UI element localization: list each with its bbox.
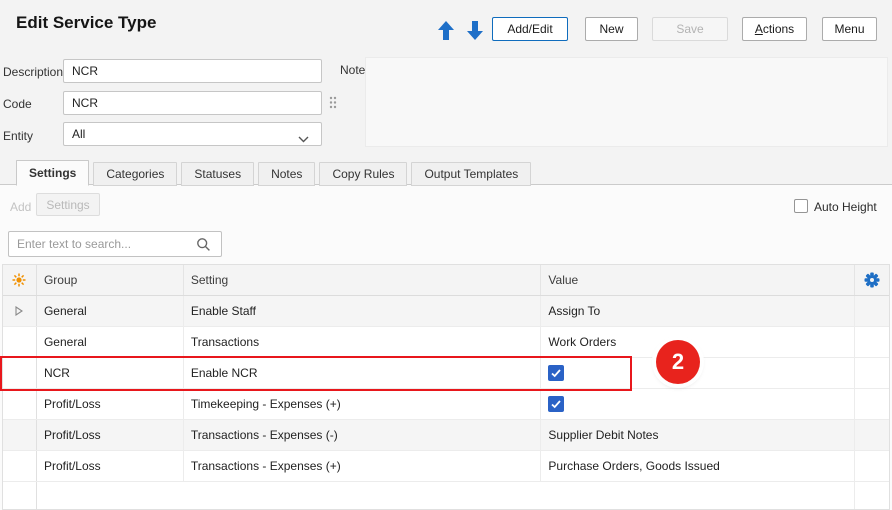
table-row[interactable]: Profit/Loss Transactions - Expenses (+) …	[3, 451, 889, 482]
column-header-group[interactable]: Group	[37, 265, 184, 295]
code-field[interactable]	[63, 91, 322, 115]
column-header-value[interactable]: Value	[541, 265, 856, 295]
add-action-label[interactable]: Add	[10, 200, 31, 214]
grid-corner-cell	[3, 265, 37, 295]
row-end-cell	[855, 296, 889, 326]
grid-empty-space	[541, 482, 856, 509]
up-arrow-icon	[438, 20, 454, 40]
row-end-cell	[855, 451, 889, 481]
timekeeping-checkbox-checked[interactable]	[548, 396, 565, 412]
gear-icon[interactable]	[864, 272, 880, 288]
table-row[interactable]: General Transactions Work Orders	[3, 327, 889, 358]
expand-arrow-icon[interactable]	[15, 306, 24, 316]
row-indicator-cell[interactable]	[3, 296, 37, 326]
row-end-cell	[855, 327, 889, 357]
table-row-highlighted[interactable]: NCR Enable NCR	[3, 358, 889, 389]
search-icon[interactable]	[196, 237, 211, 252]
tab-output-templates[interactable]: Output Templates	[411, 162, 532, 186]
actions-accel: A	[754, 22, 763, 36]
table-row[interactable]: Profit/Loss Timekeeping - Expenses (+)	[3, 389, 889, 420]
tab-copy-rules[interactable]: Copy Rules	[319, 162, 408, 186]
page-title: Edit Service Type	[16, 13, 157, 32]
grid-empty-area	[3, 482, 889, 509]
cell-setting: Enable Staff	[184, 296, 542, 326]
customization-sun-icon	[12, 273, 26, 287]
column-header-setting[interactable]: Setting	[184, 265, 542, 295]
move-down-button[interactable]	[465, 19, 485, 41]
grid-empty-space	[855, 482, 889, 509]
note-field[interactable]	[365, 57, 888, 147]
cell-group: Profit/Loss	[37, 451, 184, 481]
code-label: Code	[3, 97, 32, 111]
grid-empty-space	[37, 482, 184, 509]
cell-value: Supplier Debit Notes	[541, 420, 856, 450]
row-end-cell	[855, 420, 889, 450]
entity-label: Entity	[3, 129, 34, 143]
drag-handle-icon[interactable]	[329, 96, 337, 112]
grid-empty-indicator-col	[3, 482, 37, 509]
cell-group: General	[37, 296, 184, 326]
cell-group: Profit/Loss	[37, 420, 184, 450]
cell-value	[541, 389, 856, 419]
entity-selected-value: All	[72, 127, 86, 141]
tab-categories[interactable]: Categories	[93, 162, 178, 186]
auto-height-label: Auto Height	[814, 200, 877, 214]
cell-setting: Enable NCR	[184, 358, 542, 388]
search-box	[8, 231, 222, 257]
grid-header-row: Group Setting Value	[3, 265, 889, 296]
cell-setting: Timekeeping - Expenses (+)	[184, 389, 542, 419]
save-button[interactable]: Save	[652, 17, 728, 41]
cell-setting: Transactions	[184, 327, 542, 357]
note-label: Note	[340, 63, 366, 77]
new-button[interactable]: New	[585, 17, 638, 41]
description-field[interactable]	[63, 59, 322, 83]
tab-statuses[interactable]: Statuses	[181, 162, 255, 186]
move-up-button[interactable]	[436, 19, 456, 41]
tab-strip: Settings Categories Statuses Notes Copy …	[16, 160, 535, 186]
column-chooser-cell	[855, 265, 889, 295]
cell-group: General	[37, 327, 184, 357]
settings-grid: Group Setting Value General Enable Staff…	[2, 264, 890, 510]
edit-service-type-window: Edit Service Type Add/Edit New Save Acti…	[0, 0, 892, 510]
cell-value: Assign To	[541, 296, 856, 326]
grid-empty-space	[184, 482, 542, 509]
actions-button[interactable]: Actions	[742, 17, 807, 41]
annotation-step-badge: 2	[656, 340, 700, 384]
row-indicator-cell	[3, 451, 37, 481]
cell-group: Profit/Loss	[37, 389, 184, 419]
cell-group: NCR	[37, 358, 184, 388]
table-row[interactable]: Profit/Loss Transactions - Expenses (-) …	[3, 420, 889, 451]
row-indicator-cell	[3, 389, 37, 419]
settings-toolbar-button[interactable]: Settings	[36, 193, 100, 216]
search-input[interactable]	[9, 237, 196, 251]
auto-height-checkbox[interactable]	[794, 199, 808, 213]
row-indicator-cell	[3, 420, 37, 450]
checkmark-icon	[551, 368, 562, 377]
add-edit-button[interactable]: Add/Edit	[492, 17, 568, 41]
enable-ncr-checkbox-checked[interactable]	[548, 365, 565, 381]
row-end-cell	[855, 358, 889, 388]
chevron-down-icon	[298, 132, 309, 146]
menu-button[interactable]: Menu	[822, 17, 877, 41]
row-end-cell	[855, 389, 889, 419]
cell-value: Purchase Orders, Goods Issued	[541, 451, 856, 481]
checkmark-icon	[551, 399, 562, 408]
row-indicator-cell	[3, 358, 37, 388]
actions-rest: ctions	[762, 22, 795, 36]
tab-notes[interactable]: Notes	[258, 162, 316, 186]
table-row[interactable]: General Enable Staff Assign To	[3, 296, 889, 327]
tab-settings[interactable]: Settings	[16, 160, 90, 186]
description-label: Description	[3, 65, 64, 79]
cell-setting: Transactions - Expenses (+)	[184, 451, 542, 481]
cell-setting: Transactions - Expenses (-)	[184, 420, 542, 450]
down-arrow-icon	[467, 20, 483, 40]
row-indicator-cell	[3, 327, 37, 357]
entity-dropdown[interactable]: All	[63, 122, 322, 146]
